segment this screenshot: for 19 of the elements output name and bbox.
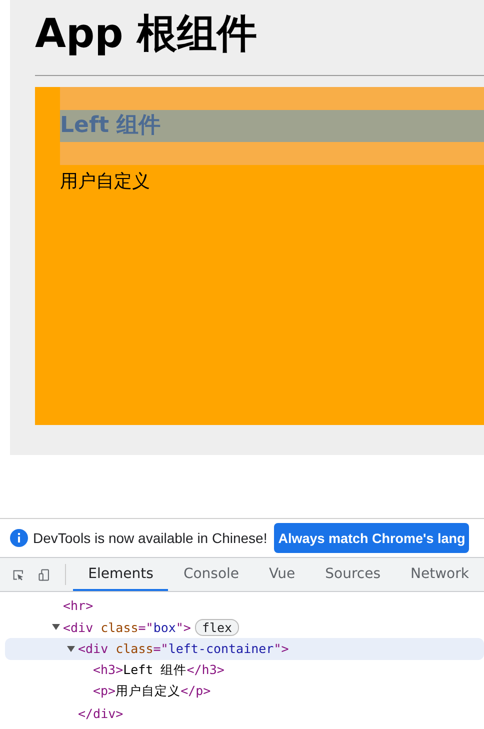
info-icon xyxy=(10,529,28,547)
page-heading: App 根组件 xyxy=(35,10,258,59)
devtools-tab[interactable]: Network xyxy=(396,558,484,591)
left-heading: Left 组件 xyxy=(60,110,484,142)
devtools-tab[interactable]: Sources xyxy=(310,558,396,591)
language-button[interactable]: Always match Chrome's lang xyxy=(274,523,470,553)
devtools-tab[interactable]: Vue xyxy=(254,558,310,591)
code-line[interactable]: <h3>Left 组件</h3> xyxy=(93,662,224,679)
left-paragraph: 用户自定义 xyxy=(60,170,151,193)
infobar-message: DevTools is now available in Chinese! xyxy=(33,530,268,546)
flex-badge[interactable]: flex xyxy=(194,618,240,636)
code-line[interactable]: <p>用户自定义</p> xyxy=(93,683,211,700)
expanded-arrow-icon[interactable] xyxy=(52,623,60,632)
expanded-arrow-icon[interactable] xyxy=(67,644,75,653)
code-line[interactable]: </div> xyxy=(78,706,124,721)
code-line[interactable]: <div class="box"> xyxy=(63,620,191,635)
devtools-tab[interactable]: Console xyxy=(168,558,254,591)
devtools-tab[interactable]: Elements xyxy=(73,558,168,591)
code-line[interactable]: <hr> xyxy=(63,598,94,614)
